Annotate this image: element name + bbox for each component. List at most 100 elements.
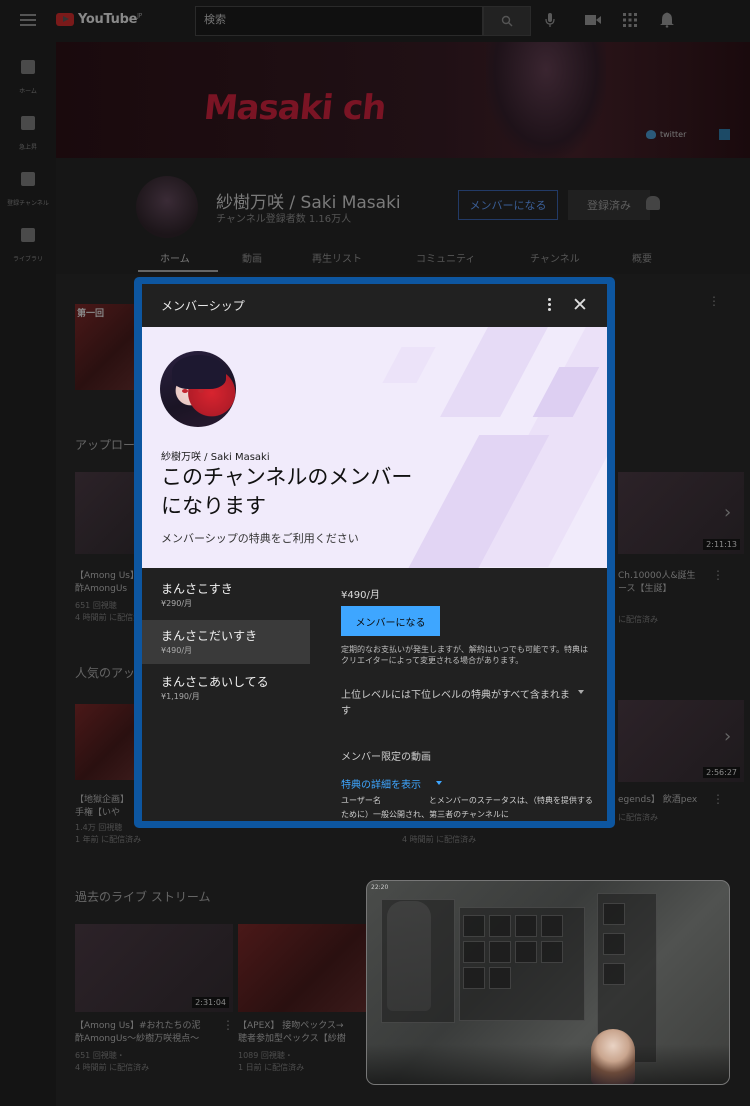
mini-player-time: 22:20 [371,884,389,891]
section-title-past-live: 過去のライブ ストリーム [75,890,211,904]
thumbnail-label: 第一回 [77,309,105,319]
streamer-avatar [591,1029,635,1084]
twitter-icon[interactable] [646,130,656,139]
video-meta: 651 回視聴・ 4 時間前 に配信済み [75,1051,150,1072]
featured-thumbnail[interactable]: 第一回 [75,304,135,390]
youtube-logo-text[interactable]: YouTubeJP [78,12,142,27]
channel-avatar [160,351,236,427]
chevron-right-icon[interactable]: › [724,502,738,532]
channel-avatar[interactable] [136,176,198,238]
inventory-slot [603,933,625,955]
sidebar-item-label: ホーム [19,88,37,95]
tier-name: まんさこすき [161,582,233,596]
sidebar-item-trending[interactable]: 急上昇 [0,116,56,153]
sidebar-item-home[interactable]: ホーム [0,60,56,97]
create-button[interactable] [582,9,604,31]
sidebar-item-subscriptions[interactable]: 登録チャンネル [0,172,56,209]
tier-name: まんさこあいしてる [161,675,269,689]
video-thumbnail[interactable]: 2:31:04 [75,924,233,1012]
banner-character-art [486,42,606,158]
tier-price: ¥290/月 [161,599,193,608]
top-bar: YouTubeJP [0,0,750,42]
dialog-header: メンバーシップ ✕ [142,284,607,327]
privacy-notice: ユーザー名 とメンバーのステータスは、（特典を提供するために）一般公開され、第三… [341,796,593,819]
link-icon[interactable] [719,129,730,140]
channel-banner: Masaki ch twitter [56,42,750,158]
chevron-right-icon[interactable]: › [724,726,738,756]
tier-item[interactable]: まんさこあいしてる ¥1,190/月 [142,666,310,710]
menu-icon[interactable] [20,14,36,26]
caret-down-icon[interactable] [578,690,584,694]
banner-twitter-link[interactable]: twitter [660,130,686,139]
perk-member-videos: メンバー限定の動画 [341,752,431,763]
search-box[interactable] [195,6,483,36]
inventory-slot [489,941,511,963]
inventory-slot [603,963,625,985]
tier-item-selected[interactable]: まんさこだいすき ¥490/月 [142,620,310,664]
subscriber-count: チャンネル登録者数 1.16万人 [216,214,352,225]
dialog-headline: このチャンネルのメンバー になります [161,465,413,518]
close-icon[interactable]: ✕ [570,295,590,315]
subscribed-button[interactable]: 登録済み [568,190,650,220]
sidebar-item-label: 急上昇 [18,144,37,151]
membership-hero: 紗樹万咲 / Saki Masaki このチャンネルのメンバー になります メンバ… [142,327,607,568]
inventory-slot [463,915,485,937]
inventory-slot [463,967,485,989]
inventory-slot [515,941,537,963]
tier-price: ¥1,190/月 [161,692,200,701]
video-thumbnail[interactable] [238,924,366,1012]
level-perks-note[interactable]: 上位レベルには下位レベルの特典がすべて含まれます [341,688,573,720]
tab-playlists[interactable]: 再生リスト [312,250,362,265]
inventory-slot [541,941,563,963]
tab-channels[interactable]: チャンネル [530,250,580,265]
dialog-title: メンバーシップ [161,299,245,313]
more-options-icon[interactable] [542,296,556,316]
dialog-subtitle: メンバーシップの特典をご利用ください [161,532,359,545]
active-tab-indicator [138,270,218,272]
more-options-icon[interactable]: ⋮ [712,568,724,582]
billing-note: 定期的なお支払いが発生しますが、解約はいつでも可能です。特典はクリエイターによっ… [341,645,589,665]
decorative-shape [440,327,548,417]
apps-grid-icon [623,13,637,27]
tab-about[interactable]: 概要 [632,250,652,265]
home-icon [21,60,35,74]
dialog-channel-name: 紗樹万咲 / Saki Masaki [161,452,270,463]
tier-item[interactable]: まんさこすき ¥290/月 [142,573,310,617]
join-button[interactable]: メンバーになる [458,190,558,220]
more-options-icon[interactable]: ⋮ [222,1018,234,1032]
search-icon [501,15,513,27]
more-options-icon[interactable]: ⋮ [712,792,724,806]
mini-player[interactable]: 22:20 [366,880,730,1085]
tab-community[interactable]: コミュニティ [416,250,475,265]
membership-body: まんさこすき ¥290/月 まんさこだいすき ¥490/月 まんさこあいしてる … [142,568,607,821]
notifications-button[interactable] [656,9,678,31]
video-title[interactable]: 【APEX】 接吻ペックス→ 聴者参加型ペックス【紗樹 [238,1020,366,1046]
trending-icon [21,116,35,130]
sidebar-item-library[interactable]: ライブラリ [0,228,56,265]
side-navigation: ホーム 急上昇 登録チャンネル ライブラリ [0,42,56,1106]
video-title[interactable]: 【Among Us】#おれたちの泥 酢AmongUs～紗樹万咲視点～ [75,1020,225,1046]
video-thumbnail[interactable] [75,472,135,554]
youtube-logo-icon[interactable] [56,13,74,26]
inventory-slot [489,967,511,989]
video-thumbnail[interactable] [75,704,135,780]
inventory-slot [489,915,511,937]
game-hud-bar [367,1044,729,1084]
mic-icon [545,13,555,27]
caret-down-icon[interactable] [436,781,442,785]
selected-tier-price: ¥490/月 [341,590,380,601]
mic-button[interactable] [539,9,561,31]
search-button[interactable] [483,6,531,36]
more-options-icon[interactable]: ⋮ [708,294,720,308]
bell-icon[interactable] [646,196,660,210]
apps-button[interactable] [619,9,641,31]
library-icon [21,228,35,242]
video-duration: 2:11:13 [703,539,740,550]
tab-home[interactable]: ホーム [160,250,190,265]
video-meta: 4 時間前 に配信済み [402,835,477,844]
tab-videos[interactable]: 動画 [242,250,262,265]
search-input[interactable] [204,13,474,26]
show-perk-details-link[interactable]: 特典の詳細を表示 [341,776,421,791]
join-membership-button[interactable]: メンバーになる [341,606,440,636]
video-meta: に配信済み [618,615,658,624]
